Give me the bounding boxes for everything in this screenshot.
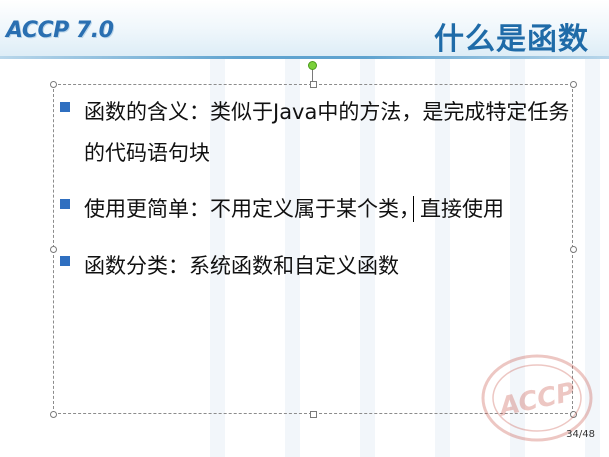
square-bullet-icon bbox=[60, 256, 70, 266]
bullet-text[interactable]: 使用更简单：不用定义属于某个类，直接使用 bbox=[84, 189, 574, 230]
bullet-item[interactable]: 函数的含义：类似于Java中的方法，是完成特定任务的代码语句块 bbox=[60, 92, 574, 174]
resize-handle-icon[interactable] bbox=[50, 246, 57, 253]
resize-handle-icon[interactable] bbox=[50, 81, 57, 88]
square-bullet-icon bbox=[60, 199, 70, 209]
slide-header: ACCP 7.0 什么是函数 bbox=[0, 0, 609, 58]
slide-title: 什么是函数 bbox=[434, 22, 589, 57]
accp-logo: ACCP 7.0 bbox=[6, 18, 114, 43]
bullet-text[interactable]: 函数分类：系统函数和自定义函数 bbox=[84, 246, 574, 287]
stamp-logo-text: ACCP bbox=[495, 377, 578, 423]
bullet-item[interactable]: 函数分类：系统函数和自定义函数 bbox=[60, 246, 574, 287]
resize-handle-icon[interactable] bbox=[310, 411, 317, 418]
slide: ACCP 7.0 什么是函数 函数的含义：类似于Java中的方法，是完成特定任务… bbox=[0, 0, 609, 457]
resize-handle-icon[interactable] bbox=[570, 81, 577, 88]
bullet-item[interactable]: 使用更简单：不用定义属于某个类，直接使用 bbox=[60, 189, 574, 230]
page-number: 34/48 bbox=[566, 429, 595, 440]
resize-handle-icon[interactable] bbox=[50, 411, 57, 418]
bullet-text[interactable]: 函数的含义：类似于Java中的方法，是完成特定任务的代码语句块 bbox=[84, 92, 574, 174]
text-cursor bbox=[413, 196, 414, 222]
square-bullet-icon bbox=[60, 102, 70, 112]
resize-handle-icon[interactable] bbox=[310, 81, 317, 88]
rotate-handle-icon[interactable] bbox=[308, 61, 317, 70]
